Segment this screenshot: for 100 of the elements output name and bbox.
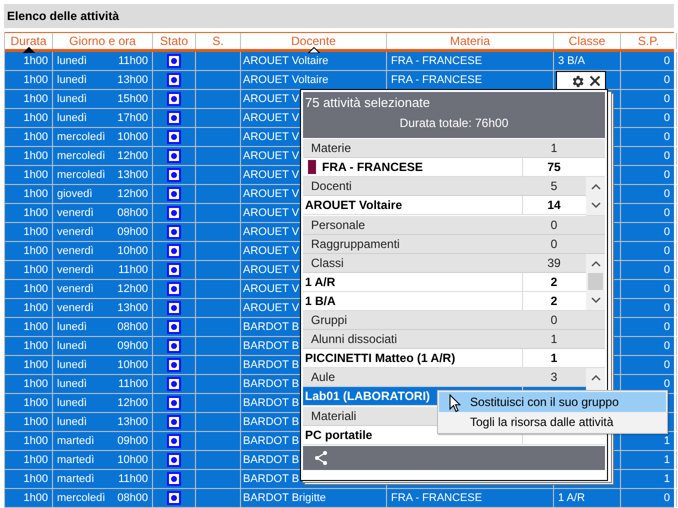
table-cell-text: AROUET V [243, 186, 300, 202]
table-cell-text: 0 [664, 338, 670, 354]
table-cell-text: AROUET V [243, 168, 300, 183]
table-cell-text: 1h00 [24, 376, 48, 392]
table-cell-text: 1h00 [24, 396, 48, 411]
table-cell-text: AROUET V [243, 224, 300, 240]
table-cell-text: 1h00 [24, 168, 48, 183]
table-cell-text: 0 [664, 490, 670, 506]
table-cell-text: 0 [664, 244, 670, 259]
table-cell-text: 1h00 [24, 320, 48, 335]
table-cell-text: mercoledì [57, 148, 106, 164]
table-cell-text: venerdì [57, 300, 94, 316]
table-cell-text: 1h00 [24, 186, 48, 202]
table-cell-text: venerdì [57, 224, 94, 240]
table-cell-text: 11h00 [118, 262, 148, 278]
table-cell-text: venerdì [57, 282, 94, 297]
resource-count: 2 [550, 275, 558, 289]
table-cell-text: martedì [57, 472, 94, 487]
table-cell-text: lunedì [57, 320, 87, 335]
resource-count: 1 [550, 351, 558, 365]
table-cell-text: martedì [57, 434, 94, 449]
table-cell-text: venerdì [57, 206, 94, 221]
section-label: Alunni dissociati [311, 332, 398, 346]
table-cell-text: 13h00 [117, 300, 148, 316]
table-cell-text: 1h00 [24, 224, 48, 240]
table-cell-text: AROUET V [243, 300, 300, 316]
table-cell-text: lunedì [57, 358, 87, 373]
table-cell-text: FRA - FRANCESE [391, 490, 482, 506]
table-cell-text: 0 [664, 224, 670, 240]
table-cell-text: BARDOT B [243, 320, 300, 335]
table-cell-text: 0 [664, 168, 670, 183]
table-cell-text: martedì [57, 452, 94, 468]
table-cell-text: 0 [664, 206, 670, 221]
table-cell-text: 13h00 [117, 168, 148, 183]
table-cell-text: FRA - FRANCESE [391, 54, 482, 69]
table-cell-text: 08h00 [117, 206, 148, 221]
table-cell-text: 09h00 [117, 224, 148, 240]
table-cell-text: 15h00 [117, 92, 148, 107]
resource-name: AROUET Voltaire [305, 197, 402, 214]
table-cell-text: 11h00 [118, 54, 148, 69]
table-cell-text: BARDOT B [243, 358, 300, 373]
table-cell-text: 10h00 [117, 358, 148, 373]
table-cell-text: AROUET Voltaire [243, 72, 328, 88]
table-cell-text: 1h00 [24, 282, 48, 297]
table-cell-text: 0 [664, 130, 670, 145]
table-cell-text: 1h00 [24, 472, 48, 487]
table-cell-text: mercoledì [57, 130, 106, 145]
table-cell-text: BARDOT B [243, 396, 300, 411]
table-cell-text: 09h00 [117, 434, 148, 449]
table-cell-text: AROUET V [243, 110, 300, 126]
table-cell-text: 1h00 [24, 72, 48, 88]
table-cell-text: 1 [664, 434, 670, 449]
resource-count: 2 [550, 294, 558, 308]
table-cell-text: giovedì [57, 186, 92, 202]
table-cell-text: 12h00 [117, 396, 148, 411]
table-cell-text: AROUET V [243, 148, 300, 164]
table-cell-text: 1h00 [24, 490, 48, 506]
section-label: Personale [311, 218, 366, 232]
section-label: Docenti [311, 179, 352, 193]
table-cell-text: 0 [664, 300, 670, 316]
table-cell-text: FRA - FRANCESE [391, 72, 482, 88]
table-cell-text: BARDOT B [243, 434, 300, 449]
resource-count: 75 [547, 160, 561, 174]
resource-count: 14 [547, 198, 561, 212]
resource-name: PC portatile [305, 427, 372, 444]
resource-name: FRA - FRANCESE [322, 159, 423, 176]
table-cell-text: lunedì [57, 110, 87, 126]
resource-name: 1 A/R [305, 274, 336, 291]
table-cell-text: BARDOT B [243, 338, 300, 354]
table-cell-text: BARDOT Brigitte [243, 490, 326, 506]
table-cell-text: 0 [664, 262, 670, 278]
table-cell-text: 1 A/R [558, 490, 585, 506]
table-cell-text: 12h00 [117, 148, 148, 164]
section-count: 5 [550, 179, 558, 193]
table-cell-text: 0 [664, 282, 670, 297]
table-cell-text: 17h00 [117, 110, 148, 126]
table-cell-text: 0 [664, 148, 670, 164]
table-cell-text: 0 [664, 110, 670, 126]
section-label: Raggruppamenti [311, 237, 400, 251]
table-cell-text: 0 [664, 320, 670, 335]
dialog-title: 75 attività selezionate [304, 94, 432, 111]
table-cell-text: AROUET V [243, 206, 300, 221]
section-label: Aule [311, 370, 336, 384]
table-cell-text: 13h00 [117, 72, 148, 88]
table-cell-text: 1h00 [24, 452, 48, 468]
table-cell-text: 1h00 [24, 414, 48, 430]
table-cell-text: mercoledì [57, 490, 106, 506]
table-cell-text: lunedì [57, 376, 87, 392]
table-cell-text: 1h00 [24, 434, 48, 449]
table-cell-text: 10h00 [117, 130, 148, 145]
table-cell-text: 08h00 [117, 320, 148, 335]
section-count: 39 [547, 256, 561, 270]
section-count: 0 [550, 218, 558, 232]
table-cell-text: 1h00 [24, 130, 48, 145]
table-cell-text: 09h00 [117, 338, 148, 354]
table-cell-text: 1h00 [24, 110, 48, 126]
table-cell-text: 1h00 [24, 300, 48, 316]
table-cell-text: mercoledì [57, 168, 106, 183]
table-cell-text: BARDOT B [243, 414, 300, 430]
table-cell-text: lunedì [57, 72, 87, 88]
